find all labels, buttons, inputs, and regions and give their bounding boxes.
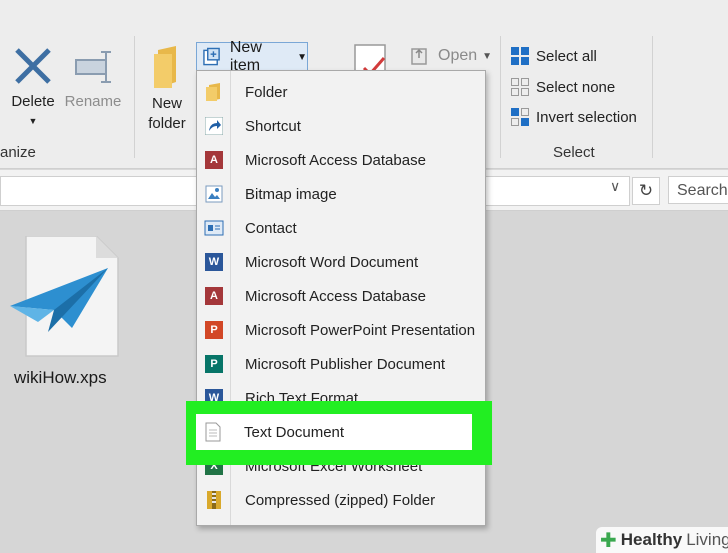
menu-item-word-document[interactable]: W Microsoft Word Document (197, 245, 485, 279)
new-folder-button[interactable]: New folder (142, 46, 192, 134)
menu-item-label: Bitmap image (245, 185, 337, 203)
menu-item-shortcut[interactable]: Shortcut (197, 109, 485, 143)
group-divider (500, 36, 501, 158)
menu-item-folder[interactable]: Folder (197, 75, 485, 109)
menu-item-access-database-2[interactable]: A Microsoft Access Database (197, 279, 485, 313)
new-item-icon (203, 47, 220, 66)
menu-item-label: Microsoft PowerPoint Presentation (245, 321, 476, 339)
highlight-box: Text Document (186, 401, 492, 465)
watermark-brand-2: Living (686, 530, 728, 549)
menu-item-label: Microsoft Word Document (245, 253, 419, 271)
contact-icon (197, 220, 231, 236)
group-divider (134, 36, 135, 158)
menu-item-publisher[interactable]: P Microsoft Publisher Document (197, 347, 485, 381)
menu-item-label: Folder (245, 83, 288, 101)
invert-selection-icon (511, 108, 529, 126)
xps-file-icon[interactable] (8, 236, 120, 358)
menu-item-access-database[interactable]: A Microsoft Access Database (197, 143, 485, 177)
plus-icon: ✚ (600, 529, 617, 552)
rename-button[interactable]: Rename (64, 46, 122, 112)
menu-item-zip-folder[interactable]: Compressed (zipped) Folder (197, 483, 485, 517)
invert-selection-button[interactable]: Invert selection (510, 104, 637, 130)
zip-folder-icon (197, 490, 231, 510)
menu-item-label: Compressed (zipped) Folder (245, 491, 436, 509)
shortcut-icon (197, 117, 231, 135)
organize-group-label: anize (0, 144, 36, 161)
open-button[interactable]: Open ▼ (410, 46, 492, 66)
select-group-label: Select (553, 144, 595, 161)
select-none-button[interactable]: Select none (510, 74, 615, 100)
select-none-icon (511, 78, 529, 96)
select-all-label: Select all (536, 47, 597, 65)
menu-item-contact[interactable]: Contact (197, 211, 485, 245)
invert-selection-label: Invert selection (536, 108, 637, 126)
word-icon: W (197, 253, 231, 271)
menu-item-label: Shortcut (245, 117, 301, 135)
delete-x-icon (15, 48, 51, 84)
menu-item-label: Contact (245, 219, 297, 237)
new-folder-label-line1: New (151, 95, 182, 112)
search-input[interactable]: Search (668, 176, 728, 204)
folder-icon (197, 83, 231, 101)
menu-item-label: Microsoft Access Database (245, 151, 426, 169)
publisher-icon: P (197, 355, 231, 373)
rename-label: Rename (64, 93, 122, 110)
menu-item-text-document[interactable]: Text Document (196, 414, 472, 450)
watermark-brand: Healthy (620, 530, 683, 549)
rename-icon (75, 51, 111, 83)
new-item-button[interactable]: New item ▼ (196, 39, 308, 74)
select-none-label: Select none (536, 78, 616, 96)
select-all-icon (511, 47, 529, 65)
chevron-down-icon: ▼ (28, 116, 38, 126)
access-icon: A (197, 151, 231, 169)
chevron-down-icon: ▼ (297, 51, 307, 63)
menu-item-label: Microsoft Access Database (245, 287, 426, 305)
folder-icon (154, 46, 176, 88)
file-name-label[interactable]: wikiHow.xps (14, 368, 107, 388)
menu-item-powerpoint[interactable]: P Microsoft PowerPoint Presentation (197, 313, 485, 347)
menu-item-bitmap[interactable]: Bitmap image (197, 177, 485, 211)
access-icon: A (197, 287, 231, 305)
delete-label: Delete (11, 93, 55, 110)
menu-item-label: Microsoft Publisher Document (245, 355, 446, 373)
delete-button[interactable]: Delete ▼ (8, 46, 58, 130)
chevron-down-icon[interactable]: ∨ (610, 178, 620, 195)
open-label: Open (438, 47, 478, 64)
new-folder-label-line2: folder (148, 115, 186, 132)
refresh-icon[interactable]: ↻ (632, 177, 660, 205)
select-all-button[interactable]: Select all (510, 43, 597, 69)
chevron-down-icon: ▼ (482, 50, 493, 62)
text-document-icon (196, 422, 230, 442)
bitmap-icon (197, 185, 231, 203)
watermark-logo: ✚ Healthy Living (596, 527, 728, 553)
open-icon (411, 48, 427, 65)
menu-item-label: Text Document (244, 423, 345, 441)
group-divider (652, 36, 653, 158)
powerpoint-icon: P (197, 321, 231, 339)
